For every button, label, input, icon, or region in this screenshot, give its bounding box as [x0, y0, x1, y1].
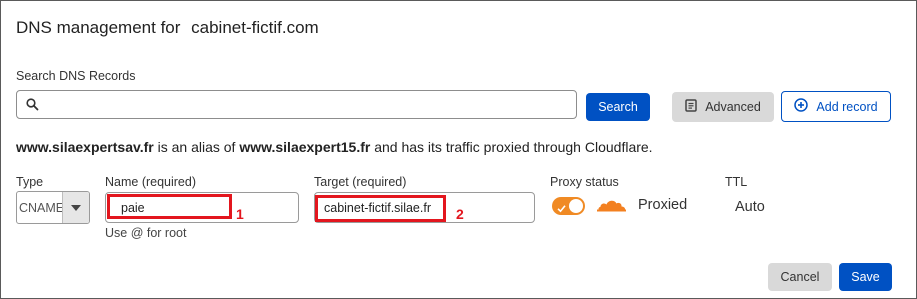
type-label: Type [16, 175, 44, 189]
page-title-text: DNS management for [16, 18, 181, 37]
page-title: DNS management for cabinet-fictif.com [16, 18, 319, 38]
name-hint: Use @ for root [105, 226, 187, 240]
add-record-button-label: Add record [816, 99, 878, 114]
advanced-button[interactable]: Advanced [672, 92, 774, 122]
save-button-label: Save [851, 270, 880, 284]
ttl-label: TTL [725, 175, 748, 189]
proxy-toggle[interactable] [552, 197, 585, 215]
target-label: Target (required) [314, 175, 407, 189]
cloud-icon [597, 198, 627, 217]
check-icon [557, 200, 566, 218]
type-select-value: CNAME [19, 201, 64, 215]
highlight-box-name [107, 194, 232, 219]
search-icon [26, 98, 39, 116]
zone-domain: cabinet-fictif.com [191, 18, 319, 37]
search-button[interactable]: Search [586, 93, 650, 121]
proxy-status-value: Proxied [638, 197, 688, 213]
advanced-button-label: Advanced [705, 100, 761, 114]
annotation-number-1: 1 [236, 206, 244, 222]
cancel-button-label: Cancel [780, 270, 820, 284]
alias-text-2: and has its traffic proxied through Clou… [374, 139, 653, 155]
alias-domain: www.silaexpertsav.fr [16, 139, 154, 155]
search-input[interactable] [47, 94, 571, 116]
cancel-button[interactable]: Cancel [768, 263, 832, 291]
chevron-down-icon[interactable] [62, 192, 89, 223]
toggle-knob [569, 199, 583, 213]
add-record-button[interactable]: Add record [781, 91, 891, 122]
alias-notice: www.silaexpertsav.fr is an alias of www.… [16, 139, 653, 155]
search-field[interactable] [16, 90, 577, 119]
dns-record-dialog: DNS management for cabinet-fictif.com Se… [0, 0, 917, 299]
proxy-status-label: Proxy status [550, 175, 619, 189]
search-label: Search DNS Records [16, 69, 136, 83]
highlight-box-target [315, 195, 446, 222]
document-icon [685, 99, 697, 115]
plus-circle-icon [794, 98, 809, 115]
alias-text-1: is an alias of [157, 139, 236, 155]
alias-target-domain: www.silaexpert15.fr [239, 139, 371, 155]
name-label: Name (required) [105, 175, 197, 189]
save-button[interactable]: Save [839, 263, 892, 291]
annotation-number-2: 2 [456, 206, 464, 222]
search-button-label: Search [598, 100, 638, 114]
type-select[interactable]: CNAME [16, 191, 90, 224]
ttl-value: Auto [735, 199, 765, 215]
